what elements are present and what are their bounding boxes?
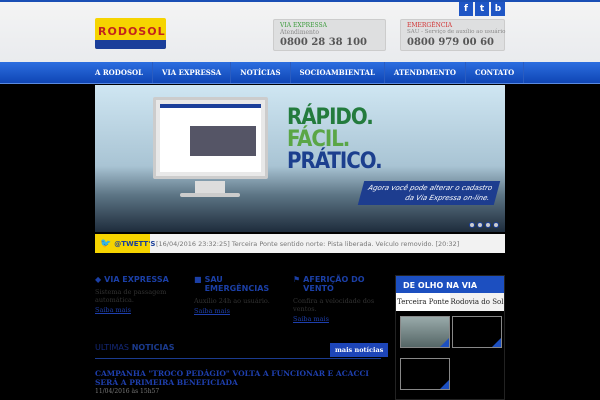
social-links: f t b	[459, 2, 505, 16]
slider-dots	[469, 222, 499, 228]
ticker-message[interactable]: [16/04/2016 23:32:25] Terceira Ponte sen…	[150, 240, 459, 248]
hero-banner[interactable]: RÁPIDO. FÁCIL. PRÁTICO. Agora você pode …	[95, 85, 505, 232]
monitor-image	[153, 97, 268, 179]
nav-noticias[interactable]: NOTÍCIAS	[231, 62, 291, 83]
slide-dot[interactable]	[485, 222, 491, 228]
twitter-icon[interactable]: t	[475, 2, 489, 16]
ticker-label: 🐦 @TWETT'S	[95, 234, 155, 253]
nav-a-rodosol[interactable]: A RODOSOL	[95, 62, 154, 83]
logo[interactable]: RODOSOL	[95, 18, 166, 49]
main-nav: A RODOSOL VIA EXPRESSA NOTÍCIAS SOCIOAMB…	[0, 62, 600, 84]
lock-icon: ■	[194, 275, 202, 284]
blog-icon[interactable]: b	[491, 2, 505, 16]
slide-dot[interactable]	[477, 222, 483, 228]
saiba-mais-link[interactable]: Saiba mais	[194, 307, 289, 315]
nav-contato[interactable]: CONTATO	[466, 62, 525, 83]
nav-socioambiental[interactable]: SOCIOAMBIENTAL	[291, 62, 385, 83]
saiba-mais-link[interactable]: Saiba mais	[293, 315, 378, 323]
nav-atendimento[interactable]: ATENDIMENTO	[385, 62, 467, 83]
phone: 0800 28 38 100	[280, 37, 367, 48]
feature-via-expressa: ◆ VIA EXPRESSA Sistema de passagem automá…	[95, 275, 190, 314]
slide-dot[interactable]	[469, 222, 475, 228]
wind-icon: ⚑	[293, 275, 301, 284]
camera-thumbnail[interactable]	[400, 358, 450, 390]
news-title-link[interactable]: CAMPANHA "TROCO PEDÁGIO" VOLTA A FUNCION…	[95, 369, 385, 387]
nav-via-expressa[interactable]: VIA EXPRESSA	[153, 62, 232, 83]
feature-vento: ⚑ AFERIÇÃO DO VENTO Confira a velocidade …	[293, 275, 378, 323]
facebook-icon[interactable]: f	[459, 2, 473, 16]
news-date: 11/04/2016 às 15h57	[95, 388, 160, 395]
tab-rodovia-do-sol[interactable]: Rodovia do Sol	[450, 293, 504, 311]
twitter-bird-icon: 🐦	[100, 238, 112, 249]
saiba-mais-link[interactable]: Saiba mais	[95, 306, 190, 314]
header: f t b RODOSOL VIA EXPRESSA Atendimento 0…	[0, 0, 600, 62]
emergencia-contact: EMERGÊNCIA SAU - Serviço de auxílio ao u…	[400, 19, 505, 51]
phone: 0800 979 00 60	[407, 37, 494, 48]
slide-dot[interactable]	[493, 222, 499, 228]
de-olho-na-via: DE OLHO NA VIA Terceira Ponte Rodovia do…	[395, 275, 505, 400]
via-expressa-contact: VIA EXPRESSA Atendimento 0800 28 38 100	[273, 19, 386, 51]
feature-sau: ■ SAU EMERGÊNCIAS Auxílio 24h ao usuário.…	[194, 275, 289, 315]
twitter-ticker: 🐦 @TWETT'S [16/04/2016 23:32:25] Terceira…	[95, 234, 505, 253]
banner-slogan: RÁPIDO. FÁCIL. PRÁTICO.	[287, 105, 383, 174]
tag-icon: ◆	[95, 275, 102, 284]
camera-thumbnail[interactable]	[400, 316, 450, 348]
banner-caption: Agora você pode alterar o cadastro da Vi…	[357, 181, 501, 205]
tab-terceira-ponte[interactable]: Terceira Ponte	[396, 298, 450, 306]
more-news-button[interactable]: mais notícias	[330, 343, 389, 357]
camera-thumbnail[interactable]	[452, 316, 502, 348]
